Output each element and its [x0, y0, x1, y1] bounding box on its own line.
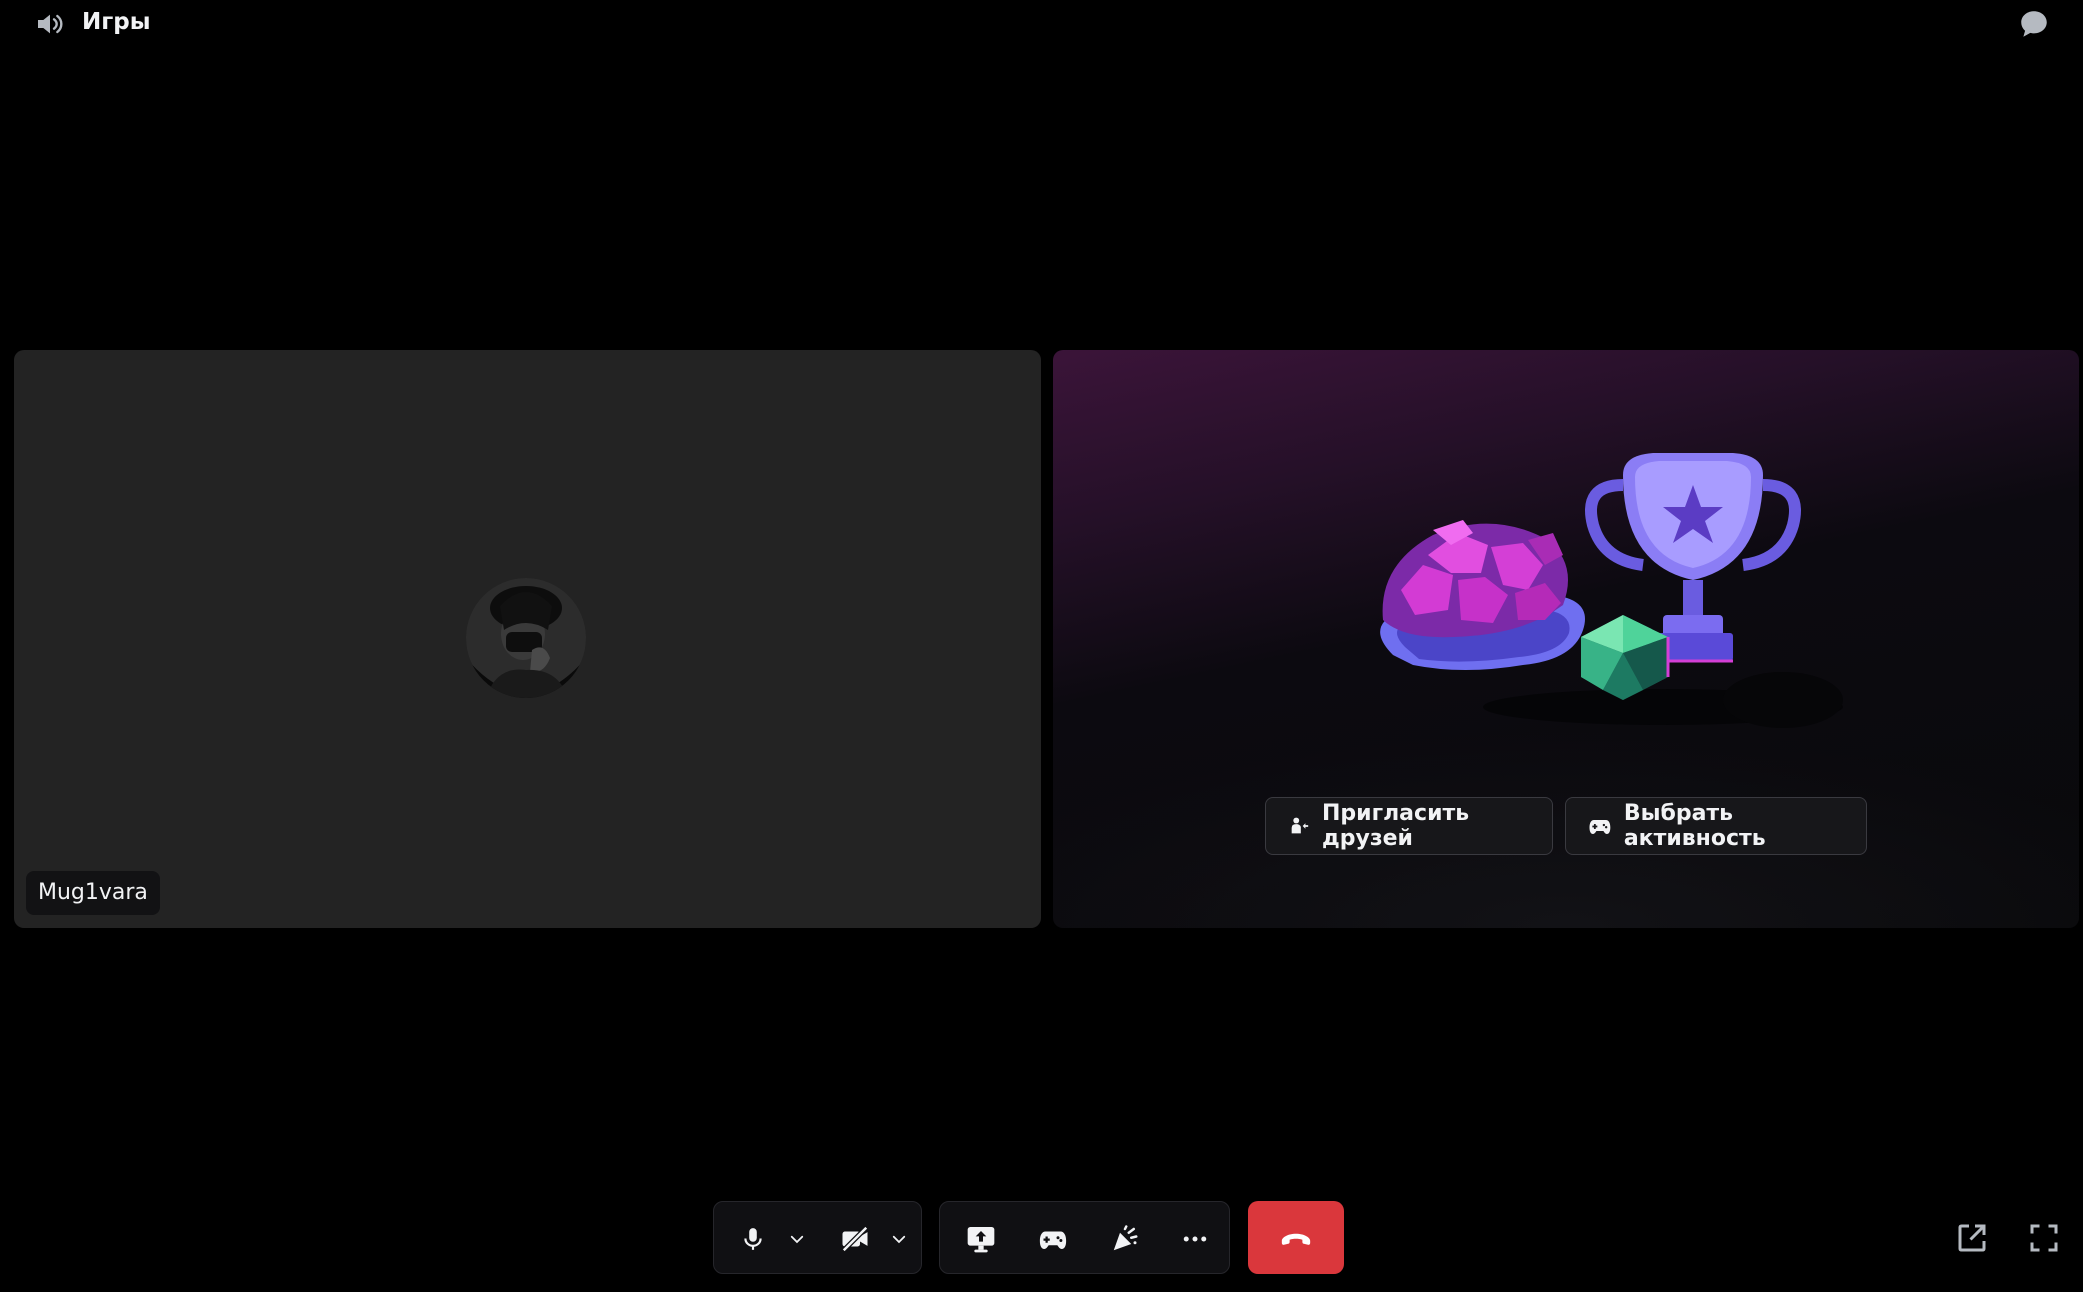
invite-friends-icon	[1291, 817, 1309, 834]
chat-bubble-icon[interactable]	[2017, 7, 2051, 41]
fullscreen-button[interactable]	[2024, 1218, 2064, 1258]
chevron-down-icon	[790, 1235, 804, 1243]
activity-panel: Пригласить друзей Выбрать активность	[1053, 350, 2079, 928]
camera-button[interactable]	[830, 1202, 880, 1275]
hangup-icon	[1281, 1233, 1311, 1245]
audio-video-controls	[713, 1201, 922, 1274]
disconnect-button[interactable]	[1248, 1201, 1344, 1274]
more-button[interactable]	[1170, 1202, 1220, 1275]
channel-name: Игры	[82, 9, 151, 35]
gamepad-icon	[1039, 1231, 1067, 1249]
avatar	[466, 578, 586, 698]
activity-controls	[939, 1201, 1230, 1274]
call-header: Игры	[0, 0, 2083, 50]
activities-button[interactable]	[1028, 1202, 1078, 1275]
gamepad-icon	[1589, 820, 1611, 834]
choose-activity-label: Выбрать активность	[1623, 801, 1766, 851]
fullscreen-icon	[2030, 1224, 2058, 1252]
chevron-down-icon	[892, 1235, 906, 1243]
choose-activity-button[interactable]: Выбрать активность	[1565, 797, 1867, 855]
camera-options-button[interactable]	[884, 1202, 914, 1275]
more-icon	[1183, 1236, 1207, 1241]
camera-off-icon	[841, 1225, 869, 1252]
mic-options-button[interactable]	[782, 1202, 812, 1275]
soundboard-button[interactable]	[1100, 1202, 1150, 1275]
mute-button[interactable]	[728, 1202, 778, 1275]
popout-button[interactable]	[1952, 1218, 1992, 1258]
microphone-icon	[744, 1227, 762, 1250]
popout-icon	[1958, 1224, 1986, 1252]
soundboard-icon	[1113, 1224, 1138, 1250]
participant-tile[interactable]: Mug1vara	[14, 350, 1041, 928]
speaker-icon	[38, 14, 63, 34]
participant-name: Mug1vara	[26, 871, 160, 915]
invite-friends-button[interactable]: Пригласить друзей	[1265, 797, 1553, 855]
invite-friends-label: Пригласить друзей	[1322, 801, 1470, 851]
screen-share-icon	[967, 1226, 995, 1252]
gem-shell-trophy-dice-illustration	[1380, 453, 1843, 728]
screen-share-button[interactable]	[956, 1202, 1006, 1275]
